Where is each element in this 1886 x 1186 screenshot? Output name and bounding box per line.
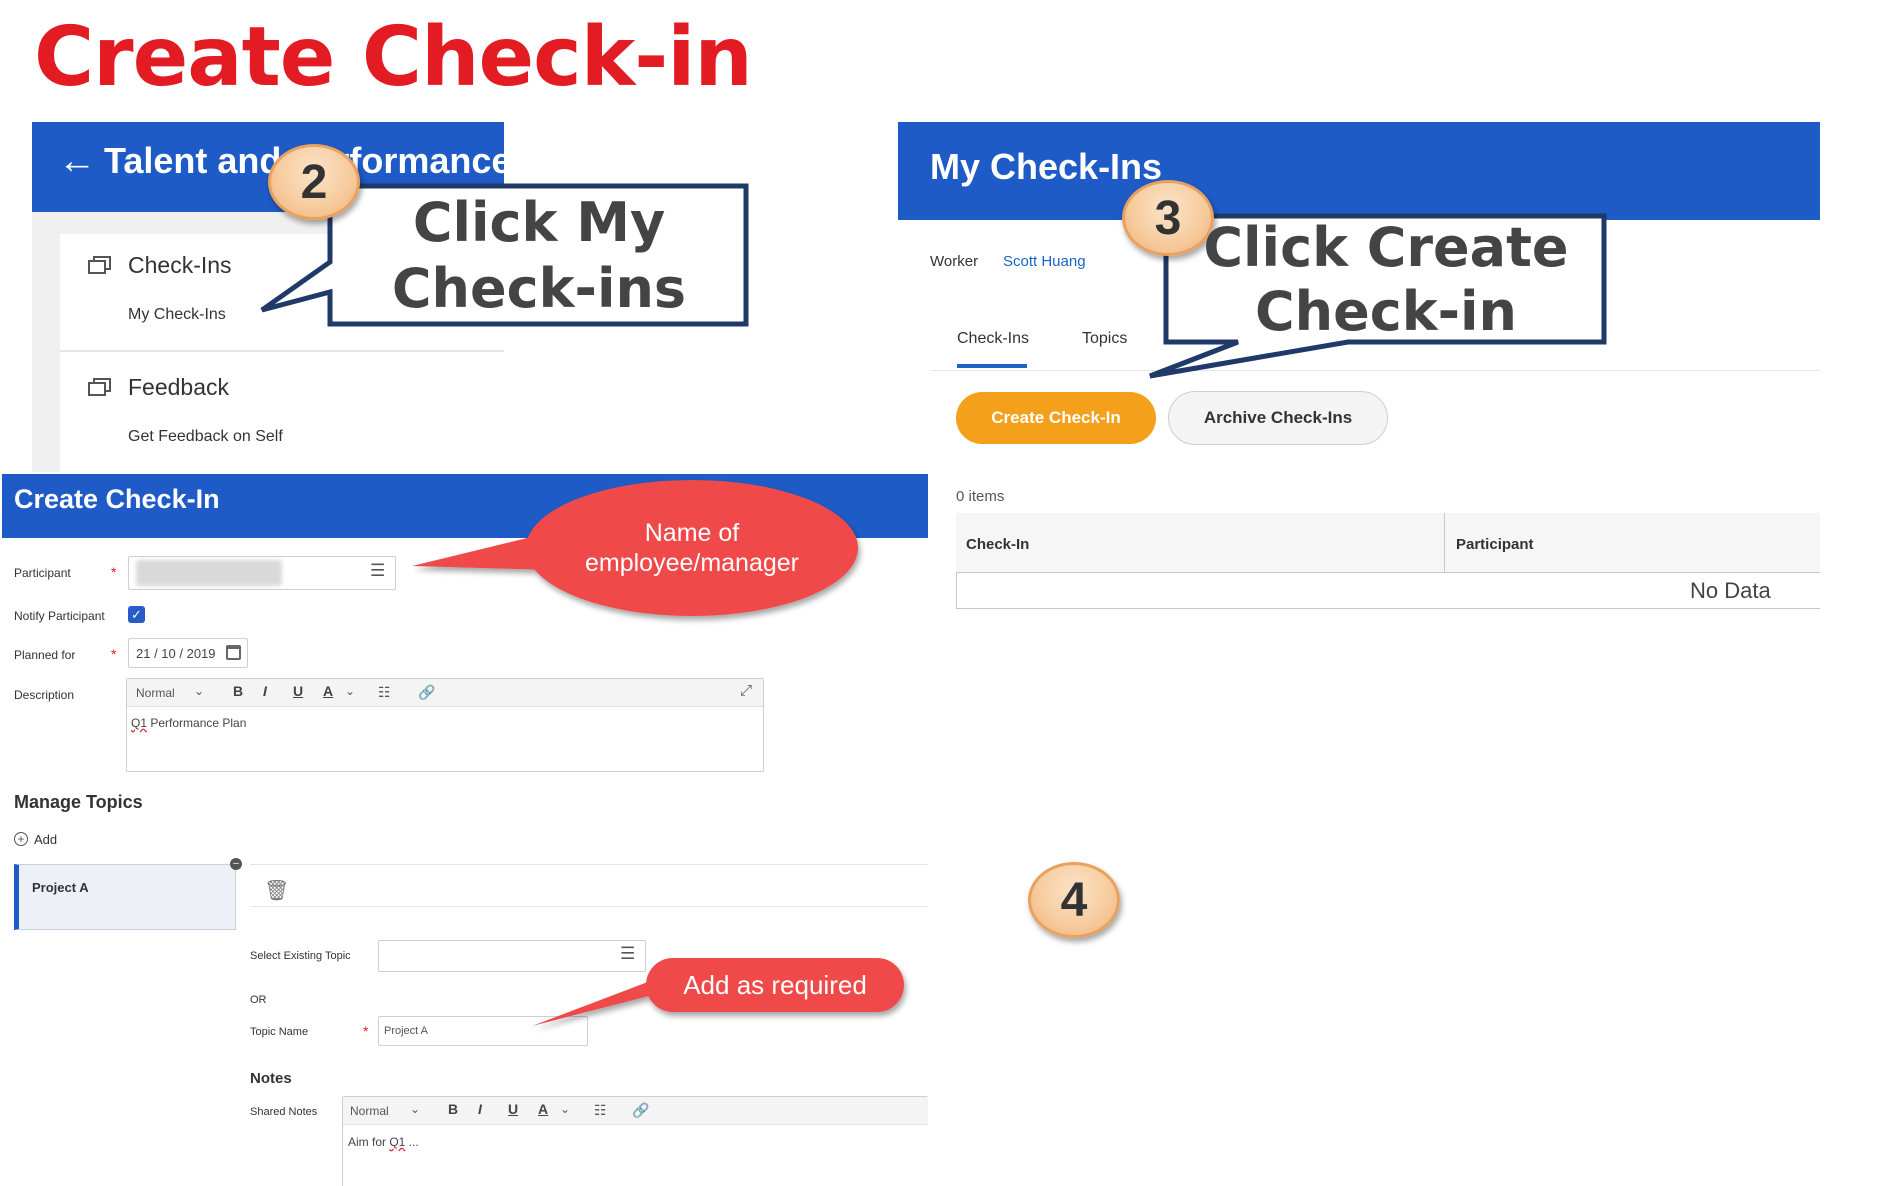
name-note-line-2: employee/manager [584,549,799,577]
step-3-callout: Click Create Check-in [1172,216,1600,344]
step-2-callout: Click My Check-ins [336,190,742,322]
add-note-callout: Add as required [683,970,867,1000]
step-2-line-2: Check-ins [391,257,687,320]
step-2-line-1: Click My [412,191,666,254]
step-3-line-2: Check-in [1255,280,1517,343]
step-3-line-1: Click Create [1203,216,1569,279]
name-note-line-1: Name of [644,519,740,547]
step-4-badge: 4 [1028,862,1120,938]
name-note-callout: Name of employee/manager [560,518,824,578]
